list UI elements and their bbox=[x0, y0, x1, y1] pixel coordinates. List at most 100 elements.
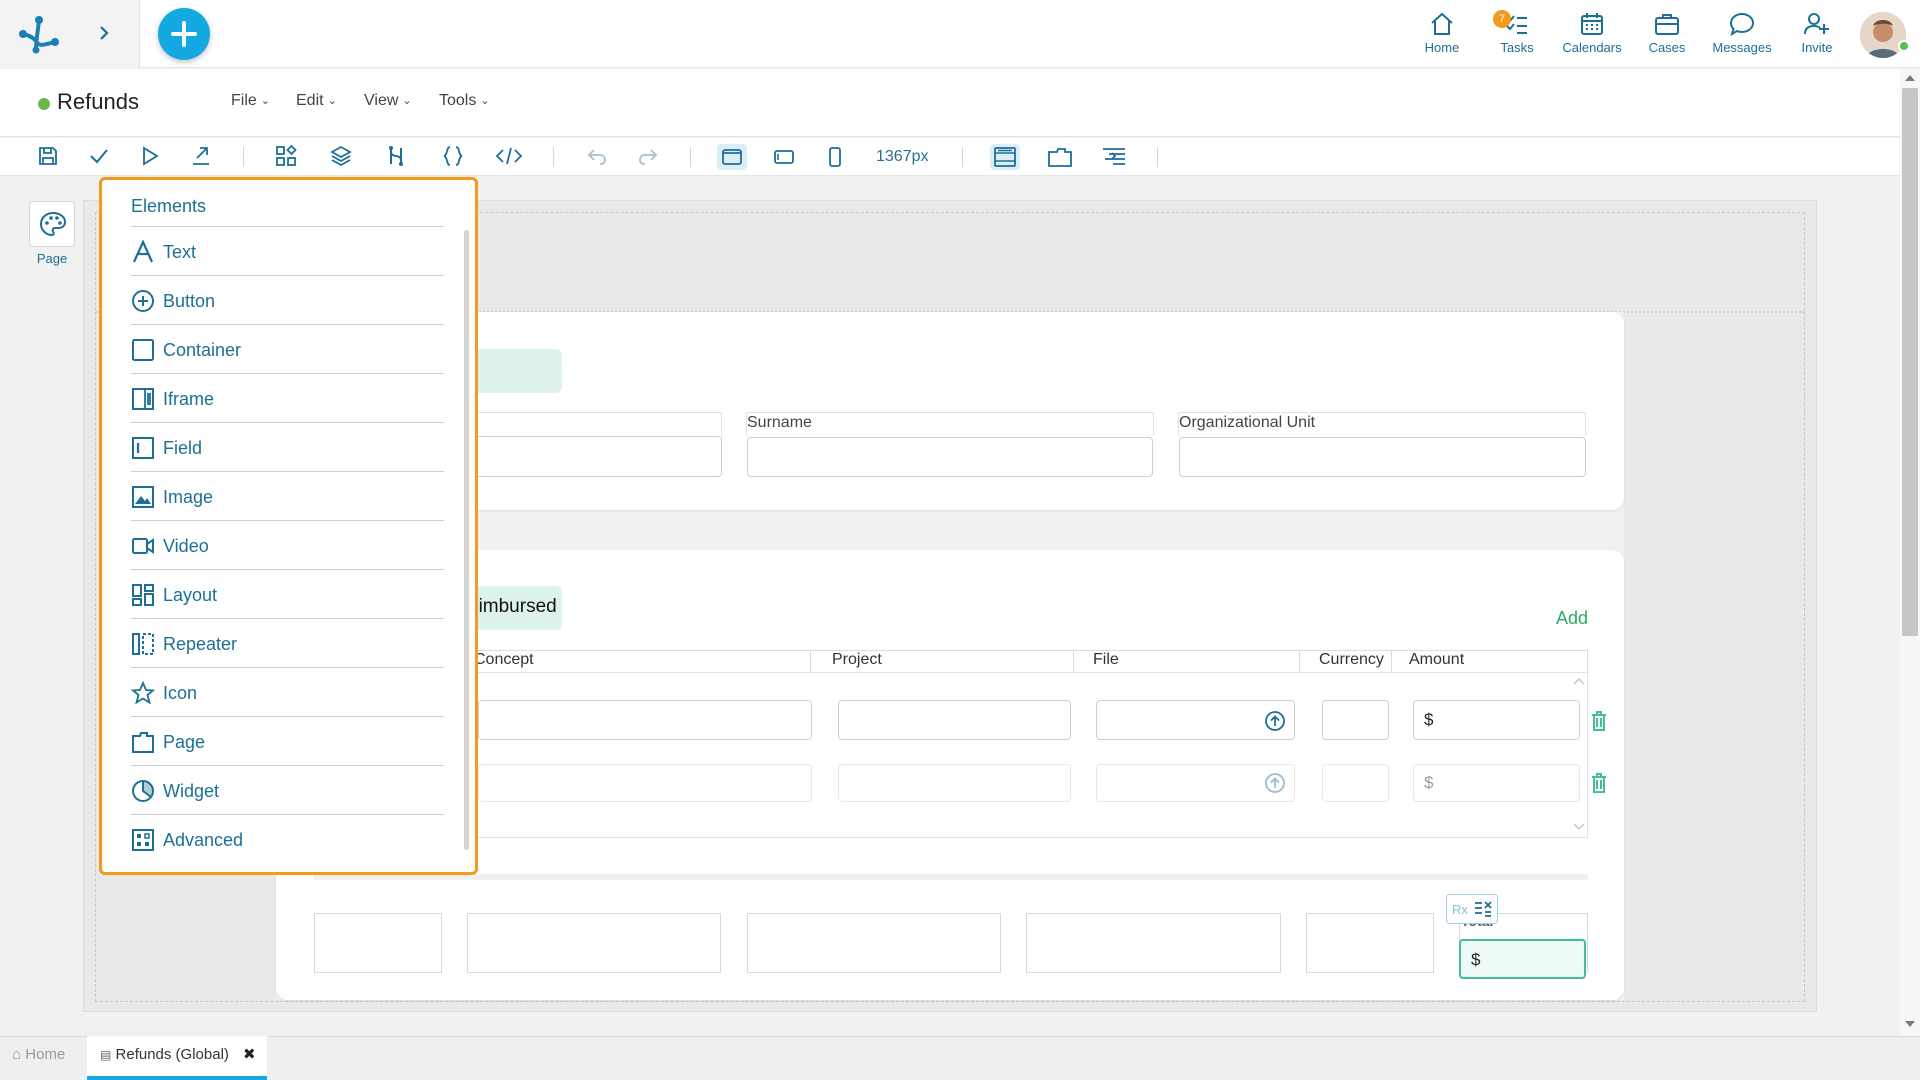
col-amount: Amount bbox=[1409, 651, 1465, 668]
total-field[interactable]: $ bbox=[1459, 939, 1586, 979]
row2-currency-field[interactable] bbox=[1322, 764, 1389, 802]
calendar-icon bbox=[1554, 10, 1630, 38]
row2-concept-field[interactable] bbox=[478, 764, 812, 802]
bottom-tab-bar bbox=[0, 1036, 1920, 1080]
org-unit-field[interactable] bbox=[1179, 437, 1586, 477]
bottom-tab-home[interactable]: ⌂ Home bbox=[12, 1046, 65, 1063]
export-icon[interactable] bbox=[186, 144, 216, 170]
nav-calendars[interactable]: Calendars bbox=[1554, 10, 1630, 60]
expenses-title: eimbursed bbox=[468, 596, 557, 617]
grid-scroll-down-icon[interactable] bbox=[1572, 822, 1586, 832]
undo-icon[interactable] bbox=[582, 144, 612, 170]
element-image[interactable]: Image bbox=[131, 473, 444, 521]
nav-invite[interactable]: Invite bbox=[1779, 10, 1855, 60]
check-icon[interactable] bbox=[84, 144, 114, 170]
elements-panel-scrollbar[interactable] bbox=[464, 230, 469, 850]
element-repeater[interactable]: Repeater bbox=[131, 620, 444, 668]
row1-currency-field[interactable] bbox=[1322, 700, 1389, 740]
elements-panel-title: Elements bbox=[131, 196, 207, 216]
col-file: File bbox=[1093, 651, 1119, 668]
data-source-icon[interactable] bbox=[381, 144, 411, 170]
layers-icon[interactable] bbox=[326, 144, 356, 170]
element-container[interactable]: Container bbox=[131, 326, 444, 374]
page-properties-tab[interactable] bbox=[29, 201, 75, 247]
header-layout-icon[interactable] bbox=[990, 144, 1020, 170]
advanced-icon bbox=[131, 828, 155, 852]
name-label-cell bbox=[470, 412, 722, 436]
braces-icon[interactable] bbox=[438, 144, 468, 170]
element-layout[interactable]: Layout bbox=[131, 571, 444, 619]
trash-icon[interactable] bbox=[1589, 772, 1609, 794]
canvas-width-label: 1367px bbox=[876, 148, 929, 165]
video-icon bbox=[131, 534, 155, 558]
nav-tasks[interactable]: Tasks bbox=[1479, 10, 1555, 60]
row2-amount-field[interactable]: $ bbox=[1413, 764, 1580, 802]
app-logo-icon[interactable] bbox=[18, 14, 60, 54]
app-tab-icon: ▤ bbox=[100, 1048, 112, 1062]
totals-cell bbox=[467, 913, 721, 973]
home-icon: ⌂ bbox=[12, 1046, 22, 1063]
totals-cell bbox=[314, 913, 442, 973]
element-iframe[interactable]: Iframe bbox=[131, 375, 444, 423]
add-row-link[interactable]: Add bbox=[1556, 608, 1588, 629]
nav-cases[interactable]: Cases bbox=[1629, 10, 1705, 60]
chevron-down-icon: ⌄ bbox=[402, 95, 412, 107]
element-video[interactable]: Video bbox=[131, 522, 444, 570]
person-card[interactable] bbox=[276, 312, 1624, 510]
chat-bubble-icon bbox=[1704, 10, 1780, 38]
elements-grid-icon[interactable] bbox=[271, 144, 301, 170]
trash-icon[interactable] bbox=[1589, 710, 1609, 732]
row1-concept-field[interactable] bbox=[478, 700, 812, 740]
row1-amount-field[interactable]: $ bbox=[1413, 700, 1580, 740]
element-text[interactable]: Text bbox=[131, 228, 444, 276]
new-item-button[interactable] bbox=[158, 8, 210, 60]
tab-layout-icon[interactable] bbox=[1045, 144, 1075, 170]
upload-icon[interactable] bbox=[1264, 710, 1286, 732]
surname-field[interactable] bbox=[747, 437, 1153, 477]
redo-icon[interactable] bbox=[633, 144, 663, 170]
image-icon bbox=[131, 485, 155, 509]
upload-icon[interactable] bbox=[1264, 772, 1286, 794]
code-icon[interactable] bbox=[494, 144, 524, 170]
nav-messages[interactable]: Messages bbox=[1704, 10, 1780, 60]
add-user-icon bbox=[1779, 10, 1855, 38]
text-icon bbox=[131, 240, 155, 264]
grid-scroll-up-icon[interactable] bbox=[1572, 676, 1586, 686]
page-scrollbar-thumb[interactable] bbox=[1902, 88, 1918, 636]
element-icon[interactable]: Icon bbox=[131, 669, 444, 717]
align-icon[interactable] bbox=[1099, 144, 1129, 170]
menu-view[interactable]: View ⌄ bbox=[364, 92, 412, 110]
field-icon bbox=[131, 436, 155, 460]
nav-home[interactable]: Home bbox=[1404, 10, 1480, 60]
totals-cell bbox=[1026, 913, 1281, 973]
expand-chevron-icon[interactable] bbox=[96, 22, 112, 44]
surname-label: Surname bbox=[747, 414, 812, 431]
rx-label: Rx bbox=[1452, 902, 1468, 917]
element-widget[interactable]: Widget bbox=[131, 767, 444, 815]
menu-tools[interactable]: Tools ⌄ bbox=[439, 92, 490, 110]
scroll-up-arrow-icon[interactable] bbox=[1904, 74, 1916, 82]
close-tab-icon[interactable]: ✖ bbox=[243, 1045, 256, 1063]
mobile-view-icon[interactable] bbox=[820, 144, 850, 170]
element-advanced[interactable]: Advanced bbox=[131, 816, 444, 864]
menu-file[interactable]: File ⌄ bbox=[231, 92, 270, 110]
menu-edit[interactable]: Edit ⌄ bbox=[296, 92, 337, 110]
row1-project-field[interactable] bbox=[838, 700, 1071, 740]
repeater-icon bbox=[131, 632, 155, 656]
row2-project-field[interactable] bbox=[838, 764, 1071, 802]
totals-cell bbox=[1306, 913, 1434, 973]
name-field[interactable] bbox=[470, 436, 722, 477]
element-field[interactable]: Field bbox=[131, 424, 444, 472]
tasks-icon bbox=[1479, 10, 1555, 38]
tablet-view-icon[interactable] bbox=[769, 144, 799, 170]
element-page[interactable]: Page bbox=[131, 718, 444, 766]
user-avatar[interactable] bbox=[1860, 12, 1906, 58]
element-button[interactable]: Button bbox=[131, 277, 444, 325]
play-icon[interactable] bbox=[135, 144, 165, 170]
palette-icon bbox=[30, 202, 74, 248]
save-icon[interactable] bbox=[33, 144, 63, 170]
scroll-down-arrow-icon[interactable] bbox=[1904, 1020, 1916, 1028]
desktop-view-icon[interactable] bbox=[717, 144, 747, 170]
layout-icon bbox=[131, 583, 155, 607]
tasks-count-badge: 7 bbox=[1493, 10, 1511, 28]
